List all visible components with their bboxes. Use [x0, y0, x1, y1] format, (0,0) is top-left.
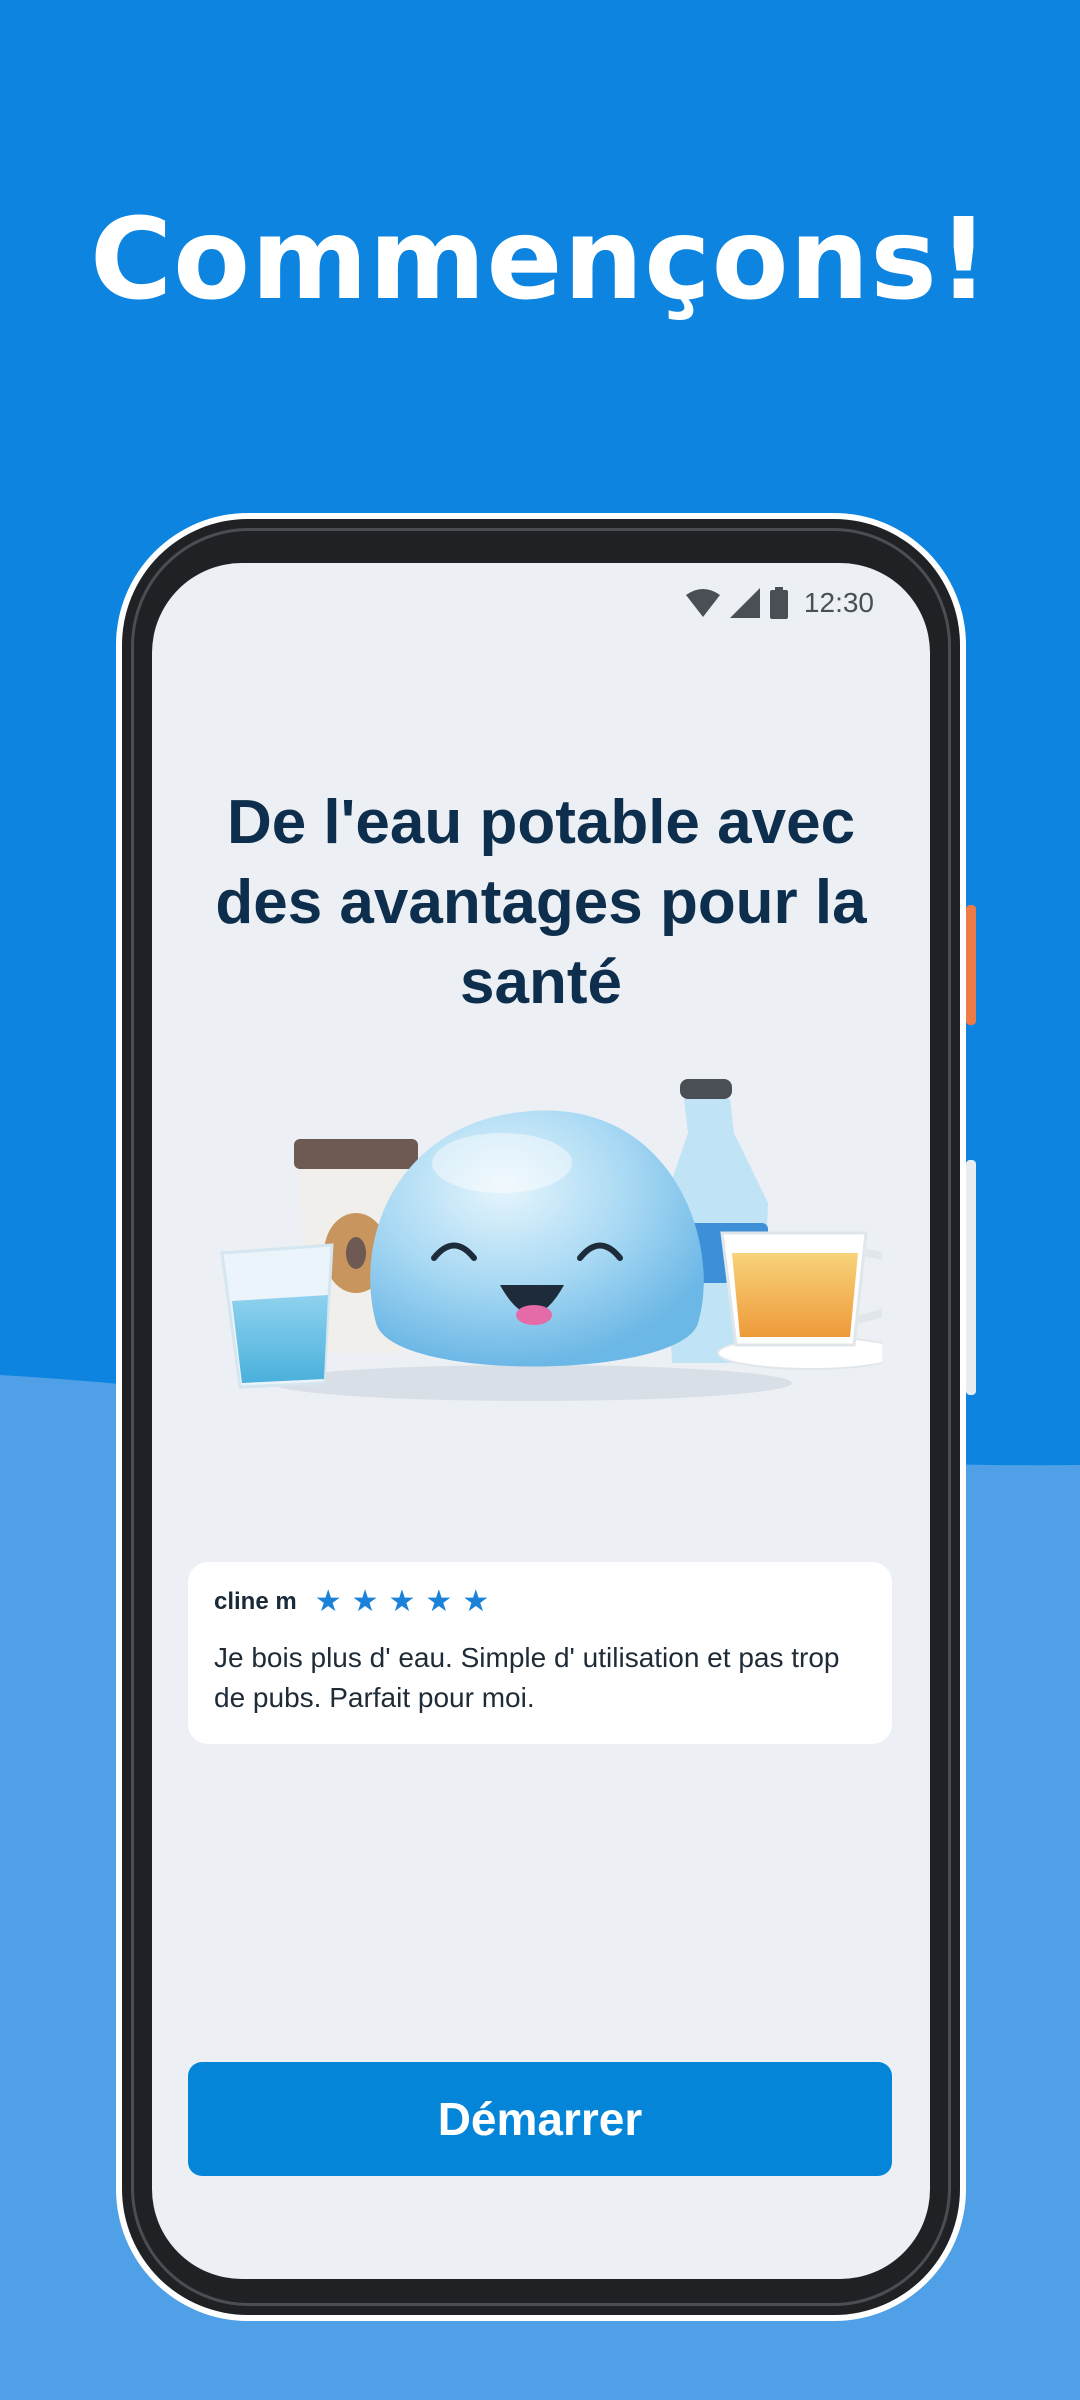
status-time: 12:30: [803, 587, 874, 618]
screen-title: De l'eau potable avec des avantages pour…: [215, 788, 867, 1017]
signal-icon: [729, 588, 760, 618]
phone-power-button: [966, 905, 976, 1025]
star-icon: ★: [314, 1585, 342, 1618]
phone-screen: 12:30 De l'eau potable avec des avantage…: [152, 563, 930, 2279]
promo-title: Commençons!: [89, 195, 991, 325]
phone-volume-button: [966, 1160, 976, 1395]
review-card: cline m ★ ★ ★ ★ ★ Je bois plus d' eau. S…: [188, 1562, 892, 1744]
star-icon: ★: [425, 1585, 453, 1618]
status-bar: 12:30: [685, 581, 874, 625]
battery-icon: [769, 587, 788, 619]
wifi-icon: [685, 589, 720, 617]
water-mascot-illustration: [220, 1079, 882, 1401]
review-header: cline m ★ ★ ★ ★ ★: [214, 1582, 866, 1622]
rating-stars: ★ ★ ★ ★ ★: [315, 1587, 490, 1617]
star-icon: ★: [351, 1585, 379, 1618]
star-icon: ★: [462, 1585, 490, 1618]
reviewer-name: cline m: [214, 1588, 297, 1615]
start-button[interactable]: Démarrer: [188, 2062, 892, 2176]
review-text: Je bois plus d' eau. Simple d' utilisati…: [214, 1642, 840, 1713]
star-icon: ★: [388, 1585, 416, 1618]
